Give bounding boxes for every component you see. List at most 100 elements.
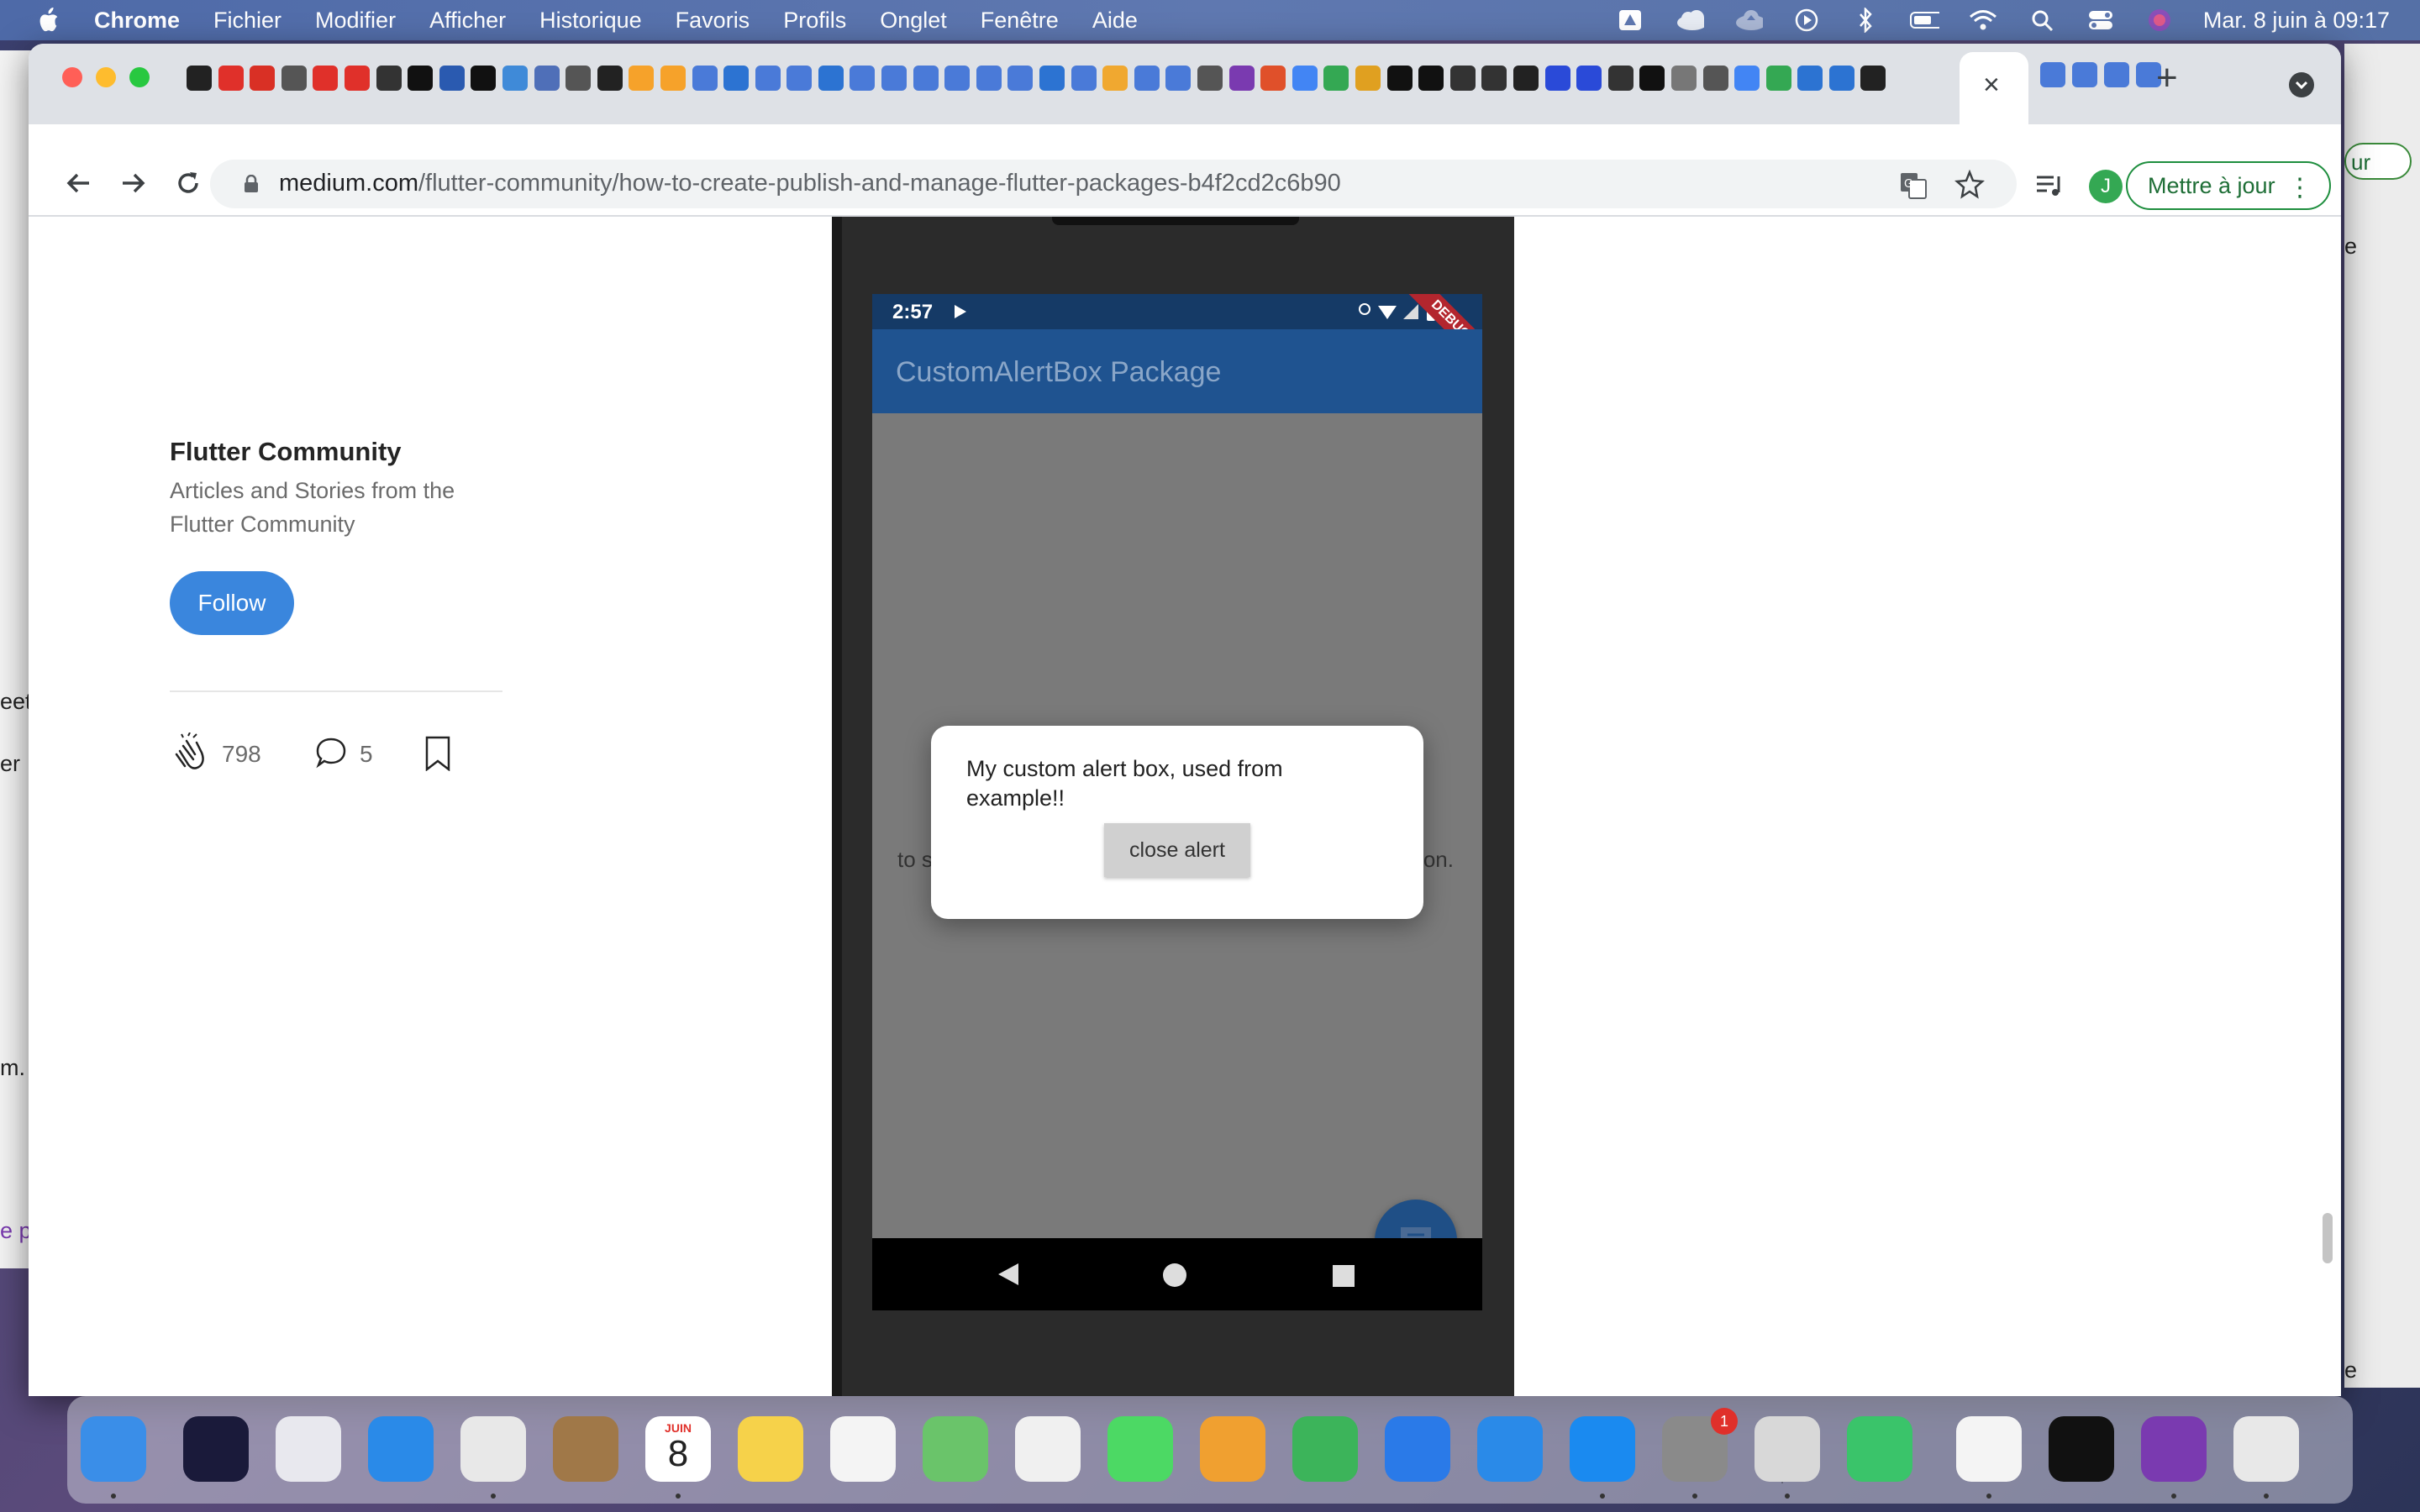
more-menu-icon[interactable]: ⋮ — [2287, 173, 2312, 202]
siri-app-icon[interactable] — [183, 1416, 249, 1482]
pinned-tab-favicon-icon[interactable] — [1355, 66, 1381, 91]
screenshot-app-icon[interactable] — [1754, 1416, 1820, 1482]
minimize-window-button[interactable] — [96, 67, 116, 87]
control-center-icon[interactable] — [2086, 8, 2116, 33]
menu-profils[interactable]: Profils — [783, 8, 846, 34]
pinned-tab-favicon-icon[interactable] — [1734, 66, 1760, 91]
spotlight-search-icon[interactable] — [2027, 8, 2057, 33]
peek-button[interactable]: ur — [2344, 143, 2412, 180]
pinned-tab-favicon-icon[interactable] — [376, 66, 402, 91]
menu-modifier[interactable]: Modifier — [315, 8, 396, 34]
pinned-tab-favicon-icon[interactable] — [1512, 66, 1539, 91]
menu-historique[interactable]: Historique — [539, 8, 642, 34]
pinned-tab-favicon-icon[interactable] — [1102, 66, 1128, 91]
new-tab-button[interactable]: + — [2156, 57, 2178, 99]
pinned-tab-favicon-icon[interactable] — [1197, 66, 1223, 91]
finder-app-icon[interactable] — [81, 1416, 146, 1482]
chrome-app-icon[interactable] — [460, 1416, 526, 1482]
pinned-tab-favicon-icon[interactable] — [881, 66, 908, 91]
url-text[interactable]: medium.com/flutter-community/how-to-crea… — [279, 170, 1341, 197]
pinned-tab-favicon-icon[interactable] — [1702, 66, 1728, 91]
publication-title[interactable]: Flutter Community — [170, 437, 402, 467]
tab-search-icon[interactable] — [2289, 72, 2314, 97]
bookmark-star-icon[interactable] — [1954, 170, 1985, 200]
pinned-tab-favicon-icon[interactable] — [344, 66, 370, 91]
pinned-tab-favicon-icon[interactable] — [439, 66, 465, 91]
menu-onglet[interactable]: Onglet — [880, 8, 947, 34]
menu-bar-clock[interactable]: Mar. 8 juin à 09:17 — [2203, 8, 2390, 34]
menu-aide[interactable]: Aide — [1092, 8, 1138, 34]
pinned-tab-favicon-icon[interactable] — [1860, 66, 1886, 91]
pinned-tab-favicon-icon[interactable] — [1544, 66, 1570, 91]
numbers-app-icon[interactable] — [1292, 1416, 1358, 1482]
menu-fichier[interactable]: Fichier — [213, 8, 281, 34]
follow-button[interactable]: Follow — [170, 571, 294, 635]
pinned-tab-favicon-icon[interactable] — [1165, 66, 1192, 91]
pinned-tab-favicon-icon[interactable] — [692, 66, 718, 91]
pinned-tab-favicon-icon[interactable] — [534, 66, 560, 91]
address-bar[interactable]: medium.com/flutter-community/how-to-crea… — [210, 160, 2017, 208]
pinned-tab-favicon-icon[interactable] — [976, 66, 1002, 91]
forward-arrow-icon[interactable] — [116, 166, 150, 200]
fullscreen-window-button[interactable] — [129, 67, 150, 87]
tab-favicon-icon[interactable] — [2104, 62, 2129, 87]
pinned-tab-favicon-icon[interactable] — [597, 66, 623, 91]
clap-icon[interactable] — [170, 732, 210, 773]
pinned-tab-favicon-icon[interactable] — [818, 66, 844, 91]
tab-favicon-icon[interactable] — [2040, 62, 2065, 87]
pinned-tab-favicon-icon[interactable] — [1228, 66, 1255, 91]
pinned-tab-favicon-icon[interactable] — [1134, 66, 1160, 91]
instruments-app-icon[interactable] — [2233, 1416, 2299, 1482]
reminders-app-icon[interactable] — [830, 1416, 896, 1482]
pinned-tab-favicon-icon[interactable] — [1481, 66, 1507, 91]
xcode-app-icon[interactable] — [1477, 1416, 1543, 1482]
drive-icon[interactable] — [1615, 8, 1645, 33]
calendar-app-icon[interactable]: JUIN 8 — [645, 1416, 711, 1482]
terminal-app-icon[interactable] — [2049, 1416, 2114, 1482]
pinned-tab-favicon-icon[interactable] — [944, 66, 971, 91]
pinned-tab-favicon-icon[interactable] — [1828, 66, 1854, 91]
pinned-tab-favicon-icon[interactable] — [1765, 66, 1791, 91]
play-circle-icon[interactable] — [1791, 8, 1822, 33]
update-chrome-button[interactable]: Mettre à jour ⋮ — [2126, 161, 2331, 210]
menu-fenetre[interactable]: Fenêtre — [981, 8, 1059, 34]
pinned-tab-favicon-icon[interactable] — [218, 66, 244, 91]
cloud-upload-icon[interactable] — [1733, 8, 1763, 33]
close-tab-icon[interactable]: × — [1983, 69, 2000, 102]
vscode-app-icon[interactable] — [1956, 1416, 2022, 1482]
pinned-tab-favicon-icon[interactable] — [250, 66, 276, 91]
pinned-tab-favicon-icon[interactable] — [723, 66, 750, 91]
pinned-tab-favicon-icon[interactable] — [1071, 66, 1097, 91]
system-preferences-app-icon[interactable]: 1 — [1662, 1408, 1738, 1482]
profile-avatar[interactable]: J — [2089, 170, 2123, 203]
notes-app-icon[interactable] — [738, 1416, 803, 1482]
photos-app-icon[interactable] — [1015, 1416, 1081, 1482]
siri-icon[interactable] — [2144, 8, 2175, 33]
pinned-tab-favicon-icon[interactable] — [1670, 66, 1697, 91]
pinned-tab-favicon-icon[interactable] — [187, 66, 212, 91]
active-tab[interactable]: × — [1960, 52, 2028, 124]
close-window-button[interactable] — [62, 67, 82, 87]
back-arrow-icon[interactable] — [62, 166, 96, 200]
pinned-tab-favicon-icon[interactable] — [1639, 66, 1665, 91]
app-store-app-icon[interactable] — [1570, 1416, 1635, 1482]
launchpad-app-icon[interactable] — [276, 1416, 341, 1482]
page-scrollbar[interactable] — [2323, 1213, 2333, 1263]
pinned-tab-favicon-icon[interactable] — [1323, 66, 1349, 91]
lock-icon[interactable] — [244, 175, 259, 193]
pinned-tab-favicon-icon[interactable] — [629, 66, 655, 91]
comment-icon[interactable] — [314, 736, 348, 769]
pinned-tab-favicon-icon[interactable] — [1449, 66, 1476, 91]
apple-menu-icon[interactable] — [35, 7, 60, 34]
keynote-app-icon[interactable] — [1385, 1416, 1450, 1482]
reload-icon[interactable] — [171, 166, 205, 200]
menu-afficher[interactable]: Afficher — [429, 8, 506, 34]
pinned-tab-favicon-icon[interactable] — [1007, 66, 1034, 91]
pinned-tab-favicon-icon[interactable] — [1386, 66, 1413, 91]
media-control-icon[interactable] — [2035, 173, 2064, 198]
contacts-app-icon[interactable] — [553, 1416, 618, 1482]
pinned-tab-favicon-icon[interactable] — [502, 66, 528, 91]
tab-favicon-icon[interactable] — [2072, 62, 2097, 87]
safari-app-icon[interactable] — [368, 1416, 434, 1482]
pinned-tab-favicon-icon[interactable] — [1607, 66, 1634, 91]
